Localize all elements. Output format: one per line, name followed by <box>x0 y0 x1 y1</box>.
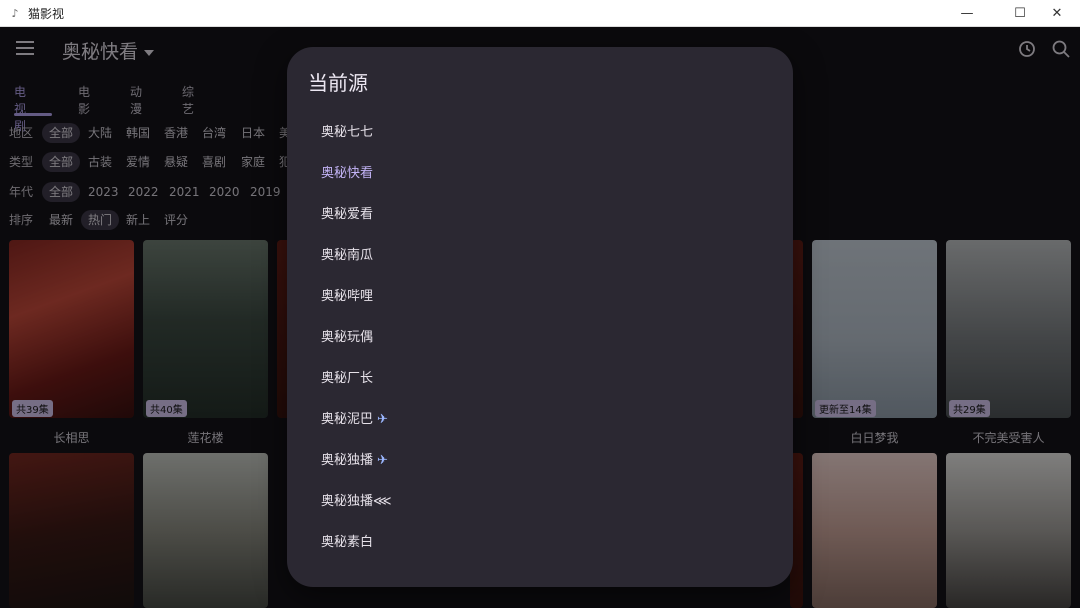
source-option-selected[interactable]: 奥秘快看 <box>321 162 373 181</box>
source-option[interactable]: 奥秘独播⋘ <box>321 490 392 509</box>
source-option-label: 奥秘玩偶 <box>321 330 374 345</box>
dialog-title: 当前源 <box>308 71 368 95</box>
airplane-icon: ✈ <box>377 453 388 468</box>
source-option[interactable]: 奥秘泥巴 ✈ <box>321 408 388 427</box>
source-option-label: 奥秘素白 <box>321 535 374 550</box>
source-option-label: 奥秘爱看 <box>321 207 374 222</box>
source-option[interactable]: 奥秘南瓜 <box>321 244 373 263</box>
airplane-icon: ✈ <box>377 412 388 427</box>
source-option-label: 奥秘哔哩 <box>321 289 374 304</box>
source-option[interactable]: 奥秘爱看 <box>321 203 373 222</box>
window-title: 猫影视 <box>28 6 65 21</box>
window-titlebar: ♪ 猫影视 <box>0 0 1080 27</box>
source-option-label: 奥秘南瓜 <box>321 248 374 263</box>
source-option-label: 奥秘独播⋘ <box>321 494 392 509</box>
source-dialog: 当前源 奥秘七七 奥秘快看 奥秘爱看 奥秘南瓜 奥秘哔哩 奥秘玩偶 奥秘厂长 奥… <box>287 47 793 587</box>
source-option-label: 奥秘独播 <box>321 453 374 468</box>
source-option-label: 奥秘快看 <box>321 166 374 181</box>
source-option[interactable]: 奥秘素白 <box>321 531 373 550</box>
source-option[interactable]: 奥秘厂长 <box>321 367 373 386</box>
source-option-label: 奥秘七七 <box>321 125 374 140</box>
app-icon: ♪ <box>11 6 19 20</box>
minimize-button[interactable]: — <box>944 0 990 26</box>
close-button[interactable]: ✕ <box>1034 0 1080 26</box>
source-option[interactable]: 奥秘独播 ✈ <box>321 449 388 468</box>
source-option[interactable]: 奥秘玩偶 <box>321 326 373 345</box>
source-option[interactable]: 奥秘七七 <box>321 121 373 140</box>
source-option-label: 奥秘泥巴 <box>321 412 374 427</box>
source-option[interactable]: 奥秘哔哩 <box>321 285 373 304</box>
source-option-label: 奥秘厂长 <box>321 371 374 386</box>
